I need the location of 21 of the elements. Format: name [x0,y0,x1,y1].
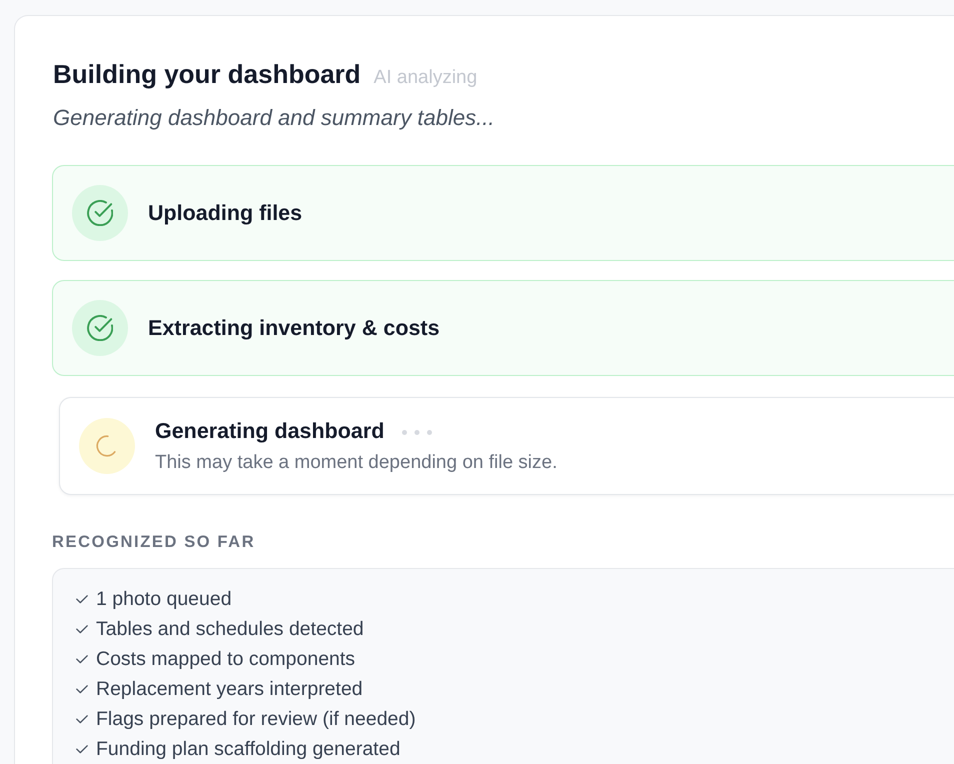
dots-icon [402,430,432,434]
check-icon [76,654,88,664]
check-icon [76,744,88,754]
section-heading: RECOGNIZED SO FAR [52,532,256,552]
check-icon [76,714,88,724]
step-title: Uploading files [148,200,302,226]
recognized-item: Costs mapped to components [96,648,356,670]
check-icon [76,594,88,604]
recognized-item: 1 photo queued [96,588,232,610]
check-icon [76,684,88,694]
step-title: Generating dashboard [155,418,384,444]
recognized-item: Flags prepared for review (if needed) [96,708,416,730]
recognized-item: Tables and schedules detected [96,618,364,640]
check-icon [76,624,88,634]
recognized-item: Replacement years interpreted [96,678,363,700]
subtitle: Generating dashboard and summary tables... [53,105,494,131]
step-description: This may take a moment depending on file size. [155,450,558,474]
page-title: Building your dashboard [53,58,361,90]
step-title: Extracting inventory & costs [148,316,440,340]
status-label: AI analyzing [374,67,478,89]
recognized-item: Funding plan scaffolding generated [96,738,400,760]
